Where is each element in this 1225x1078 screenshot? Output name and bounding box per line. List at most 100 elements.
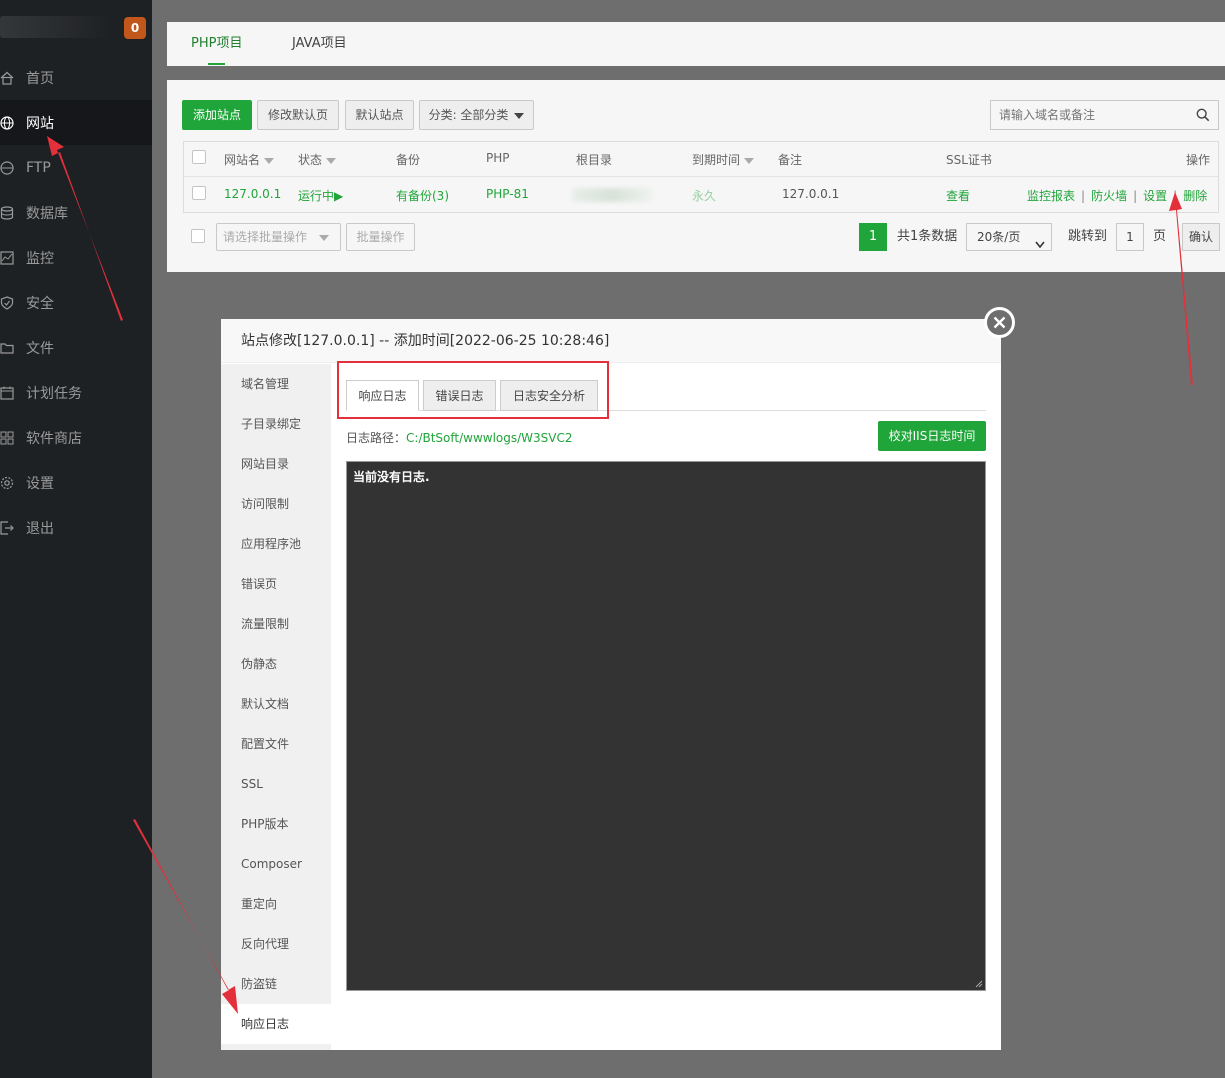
- firewall-link[interactable]: 防火墙: [1091, 189, 1127, 203]
- sidebar-item-6[interactable]: 文件: [0, 325, 152, 370]
- status-toggle[interactable]: 运行中▶: [298, 187, 343, 204]
- logo: [0, 16, 110, 38]
- header-site-name[interactable]: 网站名: [224, 151, 275, 168]
- sidebar-item-label: 监控: [26, 250, 54, 267]
- modal-menu-item-16[interactable]: 响应日志: [221, 1004, 331, 1044]
- modal-menu-item-6[interactable]: 流量限制: [221, 604, 331, 644]
- jump-page-input[interactable]: 1: [1116, 223, 1144, 251]
- modal-menu-item-5[interactable]: 错误页: [221, 564, 331, 604]
- sidebar-item-9[interactable]: 设置: [0, 460, 152, 505]
- ssl-view-link[interactable]: 查看: [946, 187, 970, 204]
- gear-icon: [0, 476, 14, 490]
- modal-menu-item-11[interactable]: PHP版本: [221, 804, 331, 844]
- sidebar-item-label: 数据库: [26, 205, 68, 222]
- modal-menu-item-4[interactable]: 应用程序池: [221, 524, 331, 564]
- search-input[interactable]: [999, 106, 1184, 124]
- sidebar-item-label: 设置: [26, 475, 54, 492]
- tab-java-project[interactable]: JAVA项目: [292, 22, 347, 66]
- modal-title: 站点修改[127.0.0.1] -- 添加时间[2022-06-25 10:28…: [221, 319, 1001, 363]
- per-page-select[interactable]: 20条/页: [966, 223, 1052, 251]
- notification-badge[interactable]: 0: [124, 17, 146, 39]
- header-php: PHP: [486, 151, 510, 165]
- sidebar: 0 首页网站 FTP 数据库监控安全文件计划任务软件商店设置退出: [0, 0, 152, 1078]
- globe-icon: [0, 115, 14, 130]
- batch-operation-button[interactable]: 批量操作: [346, 223, 415, 251]
- calendar-icon: [0, 386, 14, 400]
- modal-menu-item-7[interactable]: 伪静态: [221, 644, 331, 684]
- modal-side-menu: 域名管理 子目录绑定 网站目录 访问限制 应用程序池 错误页 流量限制 伪静态 默认文档 配置文件…: [221, 364, 331, 1050]
- modal-menu-item-12[interactable]: Composer: [221, 844, 331, 884]
- modal-menu-item-8[interactable]: 默认文档: [221, 684, 331, 724]
- search-box[interactable]: [990, 100, 1219, 130]
- modal-menu-item-15[interactable]: 防盗链: [221, 964, 331, 1004]
- modal-menu-item-2[interactable]: 网站目录: [221, 444, 331, 484]
- default-site-button[interactable]: 默认站点: [345, 100, 414, 130]
- delete-link[interactable]: 删除: [1183, 189, 1207, 203]
- pager-current-page[interactable]: 1: [859, 223, 887, 251]
- database-icon: [0, 205, 14, 220]
- chevron-down-icon: [514, 112, 525, 119]
- expire-link[interactable]: 永久: [692, 187, 716, 204]
- sidebar-item-5[interactable]: 安全: [0, 280, 152, 325]
- header-ssl: SSL证书: [946, 153, 992, 167]
- folder-icon: [0, 341, 14, 355]
- backup-link[interactable]: 有备份(3): [396, 187, 449, 204]
- header-site-name-label: 网站名: [224, 153, 261, 167]
- sidebar-item-label: 文件: [26, 340, 54, 357]
- modal-menu-item-14[interactable]: 反向代理: [221, 924, 331, 964]
- home-icon: [0, 71, 14, 85]
- sidebar-header: 0: [0, 0, 152, 55]
- tab-php-project[interactable]: PHP项目: [191, 22, 242, 66]
- row-checkbox[interactable]: [192, 186, 206, 200]
- batch-operation-select[interactable]: 请选择批量操作: [216, 223, 341, 251]
- row-actions: 监控报表 | 防火墙 | 设置 | 删除: [1027, 189, 1208, 203]
- per-page-label: 20条/页: [977, 230, 1021, 244]
- sidebar-item-label: 退出: [26, 520, 54, 537]
- sidebar-item-1[interactable]: 网站: [0, 100, 152, 145]
- root-dir-blurred[interactable]: [572, 188, 652, 202]
- log-content-area[interactable]: 当前没有日志.: [346, 461, 986, 991]
- jump-confirm-button[interactable]: 确认: [1182, 223, 1220, 251]
- log-path-row: 日志路径：C:/BtSoft/wwwlogs/W3SVC2: [346, 429, 573, 446]
- sidebar-item-0[interactable]: 首页: [0, 55, 152, 100]
- sidebar-item-8[interactable]: 软件商店: [0, 415, 152, 460]
- modal-menu-item-13[interactable]: 重定向: [221, 884, 331, 924]
- header-remark: 备注: [778, 153, 803, 167]
- modal-menu-item-3[interactable]: 访问限制: [221, 484, 331, 524]
- grid-icon: [0, 431, 14, 445]
- modify-default-page-button[interactable]: 修改默认页: [257, 100, 339, 130]
- sidebar-item-3[interactable]: 数据库: [0, 190, 152, 235]
- sidebar-item-2[interactable]: FTP: [0, 145, 152, 190]
- log-path-label: 日志路径：: [346, 431, 407, 445]
- header-expire-label: 到期时间: [692, 153, 741, 167]
- modal-menu-item-9[interactable]: 配置文件: [221, 724, 331, 764]
- settings-link[interactable]: 设置: [1143, 189, 1167, 203]
- header-expire[interactable]: 到期时间: [692, 151, 755, 168]
- sidebar-item-10[interactable]: 退出: [0, 505, 152, 550]
- site-name-link[interactable]: 127.0.0.1: [224, 187, 281, 201]
- sidebar-item-label: 网站: [26, 115, 54, 132]
- sidebar-item-label: 软件商店: [26, 430, 82, 447]
- modal-menu-item-0[interactable]: 域名管理: [221, 364, 331, 404]
- category-select[interactable]: 分类: 全部分类: [419, 100, 534, 130]
- close-icon: [993, 316, 1006, 329]
- header-status[interactable]: 状态: [298, 151, 337, 168]
- add-site-button[interactable]: 添加站点: [182, 100, 252, 130]
- php-version-link[interactable]: PHP-81: [486, 187, 529, 201]
- page-suffix: 页: [1153, 229, 1167, 244]
- highlight-box: [337, 361, 609, 419]
- jump-to-label: 跳转到: [1068, 229, 1108, 244]
- monitor-report-link[interactable]: 监控报表: [1027, 189, 1075, 203]
- remark-cell[interactable]: 127.0.0.1: [782, 187, 839, 201]
- resize-grip-icon[interactable]: [975, 980, 983, 988]
- sidebar-item-4[interactable]: 监控: [0, 235, 152, 280]
- modal-menu-item-10[interactable]: SSL: [221, 764, 331, 804]
- modal-menu-item-1[interactable]: 子目录绑定: [221, 404, 331, 444]
- log-path-value[interactable]: C:/BtSoft/wwwlogs/W3SVC2: [406, 431, 573, 445]
- calibrate-iis-log-time-button[interactable]: 校对IIS日志时间: [878, 421, 986, 451]
- modal-close-button[interactable]: [984, 307, 1015, 338]
- select-all-checkbox[interactable]: [192, 150, 206, 164]
- search-icon[interactable]: [1196, 108, 1210, 122]
- sidebar-item-7[interactable]: 计划任务: [0, 370, 152, 415]
- batch-select-all-checkbox[interactable]: [191, 229, 205, 243]
